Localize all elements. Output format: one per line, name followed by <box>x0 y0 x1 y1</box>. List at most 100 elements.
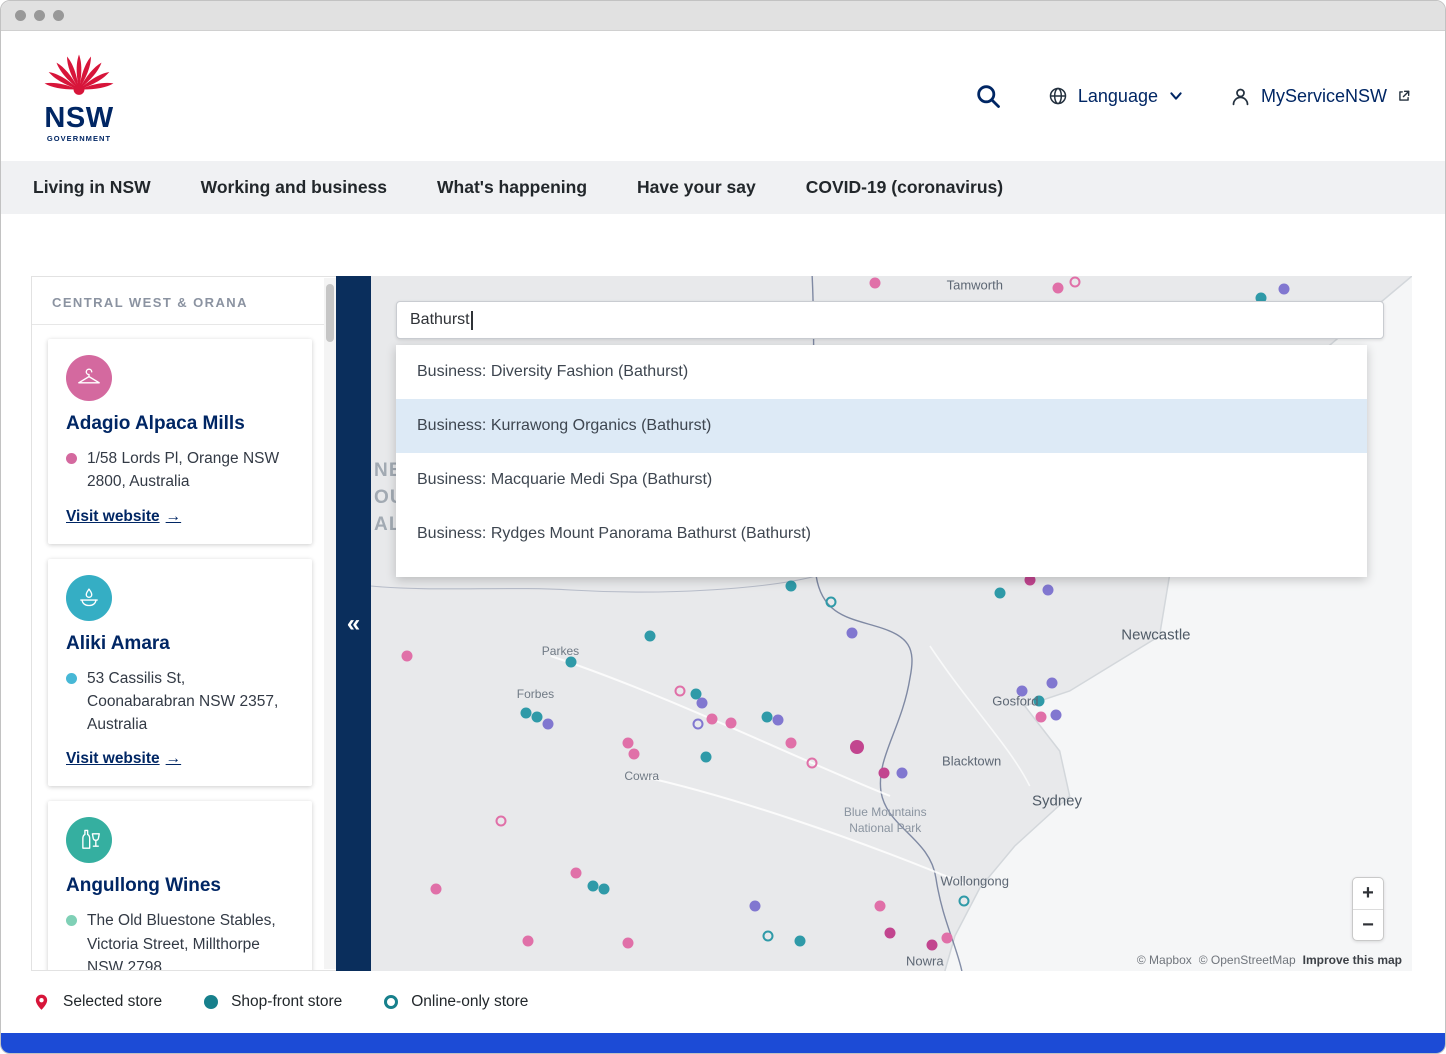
store-type-dot <box>66 673 77 684</box>
store-map-marker[interactable] <box>761 711 772 722</box>
nav-item-1[interactable]: Working and business <box>201 177 387 198</box>
store-address-text: 1/58 Lords Pl, Orange NSW 2800, Australi… <box>87 447 294 494</box>
store-map-marker[interactable] <box>762 931 773 942</box>
store-name: Aliki Amara <box>66 633 294 655</box>
store-map-marker[interactable] <box>692 718 703 729</box>
map-attribution: © Mapbox © OpenStreetMap Improve this ma… <box>1137 953 1402 967</box>
zoom-in-button[interactable]: + <box>1353 878 1383 909</box>
search-suggestion-0[interactable]: Business: Diversity Fashion (Bathurst) <box>396 345 1367 399</box>
store-map-marker[interactable] <box>826 596 837 607</box>
store-map-marker[interactable] <box>959 895 970 906</box>
store-map-marker[interactable] <box>623 738 634 749</box>
sidebar-scrollbar-thumb[interactable] <box>326 284 334 342</box>
store-map-marker[interactable] <box>531 711 542 722</box>
legend-label: Shop-front store <box>231 993 342 1011</box>
store-map-marker[interactable] <box>1053 282 1064 293</box>
store-map-marker[interactable] <box>521 708 532 719</box>
store-map-marker[interactable] <box>701 751 712 762</box>
store-map-marker[interactable] <box>1046 677 1057 688</box>
window-control-dot <box>15 10 26 21</box>
store-map-marker[interactable] <box>879 767 890 778</box>
search-icon[interactable] <box>974 82 1002 110</box>
store-map-marker[interactable] <box>1069 277 1080 288</box>
external-link-icon <box>1397 89 1411 103</box>
footer-accent-bar <box>1 1033 1445 1054</box>
nav-item-3[interactable]: Have your say <box>637 177 756 198</box>
store-map-marker[interactable] <box>726 717 737 728</box>
store-map-marker[interactable] <box>629 749 640 760</box>
store-map-marker[interactable] <box>587 881 598 892</box>
store-card[interactable]: Adagio Alpaca Mills1/58 Lords Pl, Orange… <box>48 339 312 544</box>
store-map-marker[interactable] <box>523 936 534 947</box>
map-search-input[interactable]: Bathurst <box>396 301 1384 339</box>
map-canvas[interactable]: Bathurst Business: Diversity Fashion (Ba… <box>371 276 1412 971</box>
store-map-marker[interactable] <box>850 740 864 754</box>
collapse-sidebar-button[interactable]: « <box>336 612 371 636</box>
store-map-marker[interactable] <box>785 580 796 591</box>
search-suggestion-3[interactable]: Business: Rydges Mount Panorama Bathurst… <box>396 507 1367 561</box>
visit-website-link[interactable]: Visit website → <box>66 750 181 768</box>
store-map-marker[interactable] <box>707 713 718 724</box>
store-list: Adagio Alpaca Mills1/58 Lords Pl, Orange… <box>32 325 336 970</box>
store-card[interactable]: Angullong WinesThe Old Bluestone Stables… <box>48 801 312 970</box>
store-type-dot <box>66 453 77 464</box>
search-suggestions: Business: Diversity Fashion (Bathurst)Bu… <box>396 345 1367 577</box>
nsw-government-logo[interactable]: NSW GOVERNMENT <box>35 49 123 143</box>
store-map-marker[interactable] <box>927 939 938 950</box>
store-map-marker[interactable] <box>1016 685 1027 696</box>
store-map-marker[interactable] <box>750 900 761 911</box>
sidebar-scrollbar[interactable] <box>324 278 336 969</box>
store-map-marker[interactable] <box>571 868 582 879</box>
store-map-marker[interactable] <box>697 697 708 708</box>
store-map-marker[interactable] <box>542 718 553 729</box>
store-map-marker[interactable] <box>1036 712 1047 723</box>
store-map-marker[interactable] <box>896 767 907 778</box>
osm-attribution-link[interactable]: © OpenStreetMap <box>1199 953 1296 967</box>
store-map-marker[interactable] <box>846 628 857 639</box>
store-map-marker[interactable] <box>885 927 896 938</box>
legend-item: Shop-front store <box>204 993 342 1011</box>
store-map-marker[interactable] <box>785 738 796 749</box>
store-map-marker[interactable] <box>794 936 805 947</box>
improve-map-link[interactable]: Improve this map <box>1303 953 1402 967</box>
store-map-marker[interactable] <box>623 938 634 949</box>
legend-item: Online-only store <box>384 993 528 1011</box>
store-map-marker[interactable] <box>599 883 610 894</box>
legend: Selected store Shop-front store Online-onl… <box>1 971 1445 1033</box>
store-map-marker[interactable] <box>430 883 441 894</box>
main-nav: Living in NSW Working and business What's … <box>1 161 1445 214</box>
store-map-marker[interactable] <box>1034 696 1045 707</box>
language-menu[interactable]: Language <box>1048 86 1184 107</box>
browser-window: NSW GOVERNMENT Language <box>0 0 1446 1054</box>
store-address: The Old Bluestone Stables, Victoria Stre… <box>66 909 294 970</box>
legend-label: Selected store <box>63 993 162 1011</box>
store-map-marker[interactable] <box>875 900 886 911</box>
store-map-marker[interactable] <box>675 685 686 696</box>
nav-item-0[interactable]: Living in NSW <box>33 177 151 198</box>
store-map-marker[interactable] <box>1042 585 1053 596</box>
store-card[interactable]: Aliki Amara53 Cassilis St, Coonabarabran… <box>48 559 312 787</box>
nav-item-4[interactable]: COVID-19 (coronavirus) <box>806 177 1003 198</box>
store-map-marker[interactable] <box>565 657 576 668</box>
search-suggestion-1[interactable]: Business: Kurrawong Organics (Bathurst) <box>396 399 1367 453</box>
store-map-marker[interactable] <box>1278 284 1289 295</box>
store-map-marker[interactable] <box>1050 709 1061 720</box>
store-map-marker[interactable] <box>869 277 880 288</box>
arrow-right-icon: → <box>166 750 182 768</box>
visit-website-link[interactable]: Visit website → <box>66 508 181 526</box>
header-actions: Language MyServiceNSW <box>974 82 1411 110</box>
search-suggestion-2[interactable]: Business: Macquarie Medi Spa (Bathurst) <box>396 453 1367 507</box>
fountain-icon <box>66 575 112 621</box>
store-map-marker[interactable] <box>941 933 952 944</box>
store-map-marker[interactable] <box>994 587 1005 598</box>
account-link[interactable]: MyServiceNSW <box>1230 86 1411 107</box>
store-map-marker[interactable] <box>807 757 818 768</box>
nav-item-2[interactable]: What's happening <box>437 177 587 198</box>
store-map-marker[interactable] <box>402 651 413 662</box>
zoom-out-button[interactable]: − <box>1353 909 1383 940</box>
mapbox-attribution-link[interactable]: © Mapbox <box>1137 953 1192 967</box>
store-sidebar: CENTRAL WEST & ORANA Adagio Alpaca Mills… <box>31 276 336 971</box>
store-map-marker[interactable] <box>496 815 507 826</box>
store-map-marker[interactable] <box>644 631 655 642</box>
store-map-marker[interactable] <box>773 715 784 726</box>
